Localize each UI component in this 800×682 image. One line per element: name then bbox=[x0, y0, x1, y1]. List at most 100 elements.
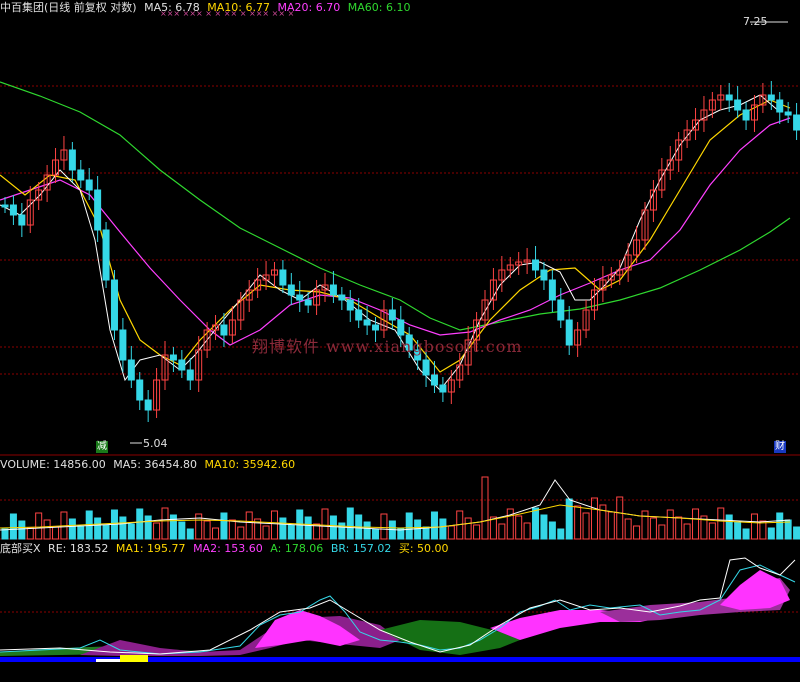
tag-jian[interactable]: 减 bbox=[96, 441, 108, 453]
volume-bar bbox=[506, 508, 514, 540]
volume-bar bbox=[304, 516, 312, 540]
candle-body bbox=[355, 309, 363, 321]
candle-body bbox=[102, 229, 110, 281]
candle-body bbox=[565, 319, 573, 346]
volume-bar bbox=[346, 507, 354, 540]
volume-bar bbox=[776, 512, 784, 540]
volume-bar bbox=[532, 507, 540, 540]
volume-bar bbox=[52, 526, 60, 540]
candle-body bbox=[540, 269, 548, 281]
candle-body bbox=[68, 149, 76, 171]
volume-bar bbox=[68, 518, 76, 540]
indicator-name[interactable]: 底部买X bbox=[0, 542, 41, 555]
signal-yellow-mark bbox=[120, 655, 148, 662]
volume-bar bbox=[430, 511, 438, 540]
volume-bar bbox=[18, 520, 26, 540]
candlestick-group[interactable] bbox=[1, 81, 800, 422]
volume-bar bbox=[742, 528, 750, 540]
volume-bar bbox=[119, 516, 127, 540]
volume-bar bbox=[464, 517, 472, 540]
candle-body bbox=[422, 359, 430, 376]
volume-bar bbox=[793, 526, 800, 540]
candle-body bbox=[279, 269, 287, 286]
volume-bar bbox=[26, 527, 34, 540]
volume-header: VOLUME: 14856.00 MA5: 36454.80 MA10: 359… bbox=[0, 457, 299, 473]
candle-body bbox=[127, 359, 135, 381]
candle-body bbox=[557, 299, 565, 321]
candle-body bbox=[430, 374, 438, 386]
candle-body bbox=[220, 324, 228, 336]
volume-bar bbox=[372, 528, 380, 540]
volume-bar bbox=[750, 513, 758, 540]
volume-bar bbox=[77, 525, 85, 540]
indicator-a: A: 178.06 bbox=[270, 542, 324, 555]
volume-bar bbox=[363, 521, 371, 540]
volume-bar bbox=[557, 528, 565, 540]
candle-body bbox=[734, 99, 742, 111]
candle-body bbox=[372, 324, 380, 331]
candle-body bbox=[178, 359, 186, 371]
volume-bar bbox=[515, 515, 523, 540]
volume-bar bbox=[633, 525, 641, 540]
indicator-band-magenta bbox=[255, 610, 360, 648]
candle-body bbox=[136, 379, 144, 401]
volume-bar bbox=[212, 527, 220, 540]
volume-bar bbox=[574, 505, 582, 540]
volume-bar bbox=[380, 513, 388, 540]
indicator-re: RE: 183.52 bbox=[48, 542, 109, 555]
volume-bar bbox=[245, 511, 253, 540]
volume-bar bbox=[489, 516, 497, 540]
volume-bar bbox=[414, 519, 422, 540]
candle-body bbox=[725, 94, 733, 101]
candle-body bbox=[532, 259, 540, 271]
volume-ma5-label: MA5: 36454.80 bbox=[113, 458, 197, 471]
candle-body bbox=[9, 204, 17, 216]
volume-bar bbox=[481, 476, 489, 540]
volume-bar bbox=[708, 522, 716, 540]
volume-bar bbox=[237, 526, 245, 540]
low-price-label: 5.04 bbox=[143, 437, 168, 450]
volume-bar bbox=[624, 518, 632, 540]
volume-bar bbox=[102, 524, 110, 540]
candle-body bbox=[793, 114, 800, 131]
volume-bar bbox=[717, 507, 725, 540]
volume-bar bbox=[127, 523, 135, 540]
watermark-text: 翔博软件 www.xiangbosoft.com bbox=[252, 337, 523, 356]
volume-bar bbox=[270, 510, 278, 540]
volume-bar bbox=[759, 520, 767, 540]
candle-body bbox=[287, 284, 295, 296]
indicator-band-magenta-3 bbox=[720, 570, 790, 610]
volume-bar bbox=[784, 519, 792, 540]
candle-body bbox=[388, 309, 396, 321]
volume-bar bbox=[422, 526, 430, 540]
signal-white-mark bbox=[96, 659, 120, 662]
tag-cai[interactable]: 财 bbox=[774, 441, 786, 453]
volume-bar bbox=[641, 510, 649, 540]
high-price-label: 7.25 bbox=[743, 15, 768, 28]
candle-body bbox=[784, 111, 792, 116]
volume-bar bbox=[692, 508, 700, 540]
volume-bar bbox=[607, 511, 615, 540]
candle-body bbox=[94, 189, 102, 231]
volume-bar bbox=[321, 508, 329, 540]
candle-body bbox=[439, 384, 447, 393]
volume-bar bbox=[144, 515, 152, 540]
candle-body bbox=[110, 279, 118, 331]
indicator-ma1: MA1: 195.77 bbox=[115, 542, 186, 555]
volume-bar bbox=[279, 517, 287, 540]
volume-bar bbox=[616, 496, 624, 540]
volume-bar bbox=[725, 514, 733, 540]
volume-bar bbox=[186, 528, 194, 540]
volume-bar bbox=[734, 521, 742, 540]
volume-bar bbox=[329, 515, 337, 540]
volume-bar bbox=[1, 528, 9, 540]
volume-bar bbox=[675, 516, 683, 540]
candle-body bbox=[767, 94, 775, 101]
volume-bar bbox=[658, 524, 666, 540]
candle-body bbox=[338, 294, 346, 301]
indicator-header: 底部买X RE: 183.52 MA1: 195.77 MA2: 153.60 … bbox=[0, 541, 453, 557]
candle-body bbox=[18, 214, 26, 226]
candle-body bbox=[169, 354, 177, 361]
indicator-ma2: MA2: 153.60 bbox=[193, 542, 263, 555]
candle-body bbox=[77, 169, 85, 181]
